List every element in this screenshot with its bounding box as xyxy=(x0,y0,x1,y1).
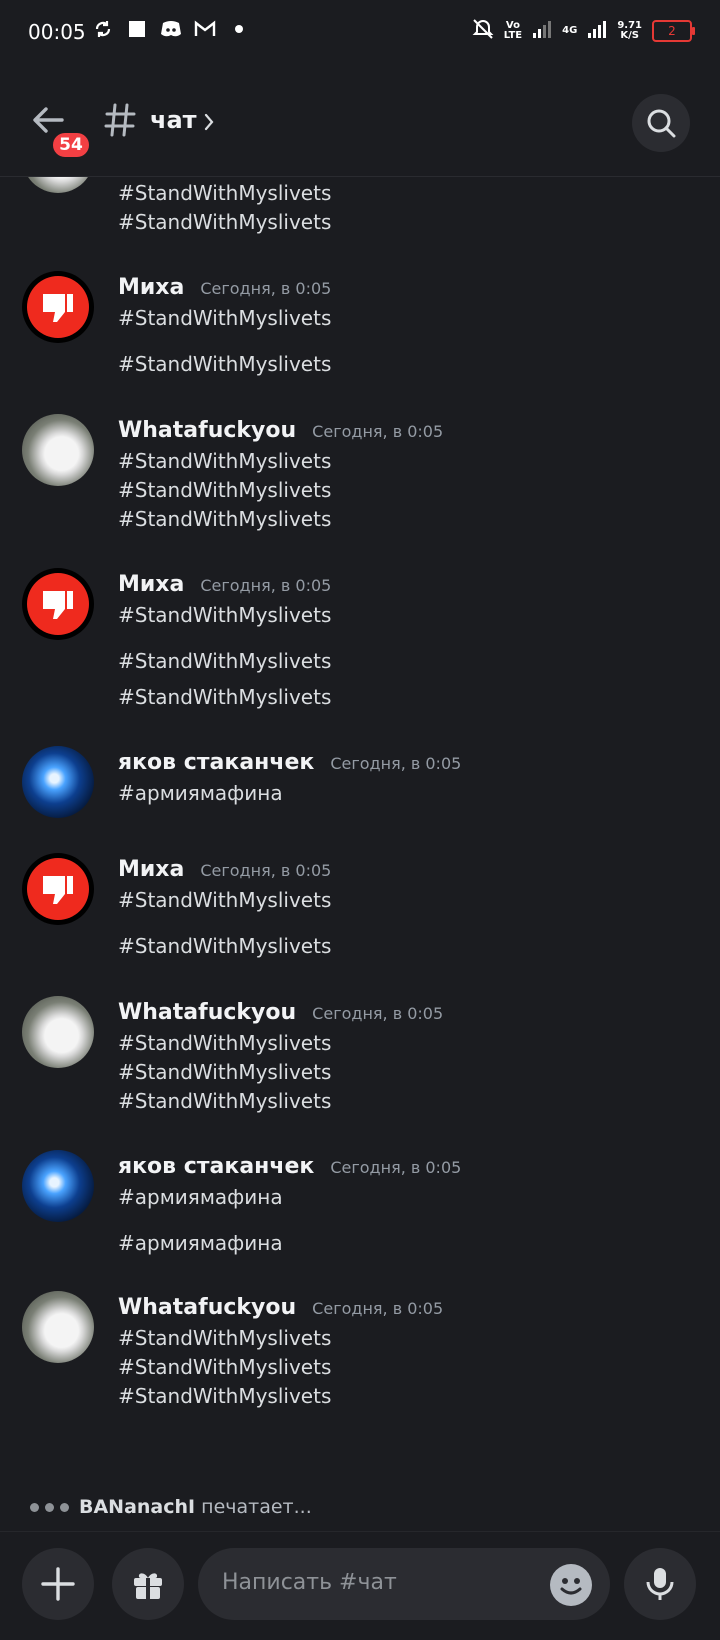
author-name[interactable]: яков стаканчек xyxy=(118,1154,314,1179)
message-header: Whatafuckyou Сегодня, в 0:05 xyxy=(118,418,443,443)
avatar[interactable] xyxy=(22,177,94,193)
author-name[interactable]: Миха xyxy=(118,572,184,597)
smiley-icon xyxy=(560,1578,582,1595)
thumbs-down-icon xyxy=(27,573,89,635)
gmail-icon xyxy=(194,18,216,40)
voice-button[interactable] xyxy=(624,1548,696,1620)
timestamp: Сегодня, в 0:05 xyxy=(312,422,444,441)
discord-icon xyxy=(160,18,182,40)
search-button[interactable] xyxy=(632,94,690,152)
network-4g: 4G xyxy=(562,25,578,36)
battery-icon: 2 xyxy=(652,20,695,42)
author-name[interactable]: Whatafuckyou xyxy=(118,1295,296,1320)
timestamp: Сегодня, в 0:05 xyxy=(200,279,332,298)
message-line: #StandWithMyslivets xyxy=(118,449,332,473)
hash-icon xyxy=(104,103,136,137)
message-input-placeholder: Написать #чат xyxy=(222,1570,397,1595)
thumbs-down-icon xyxy=(27,858,89,920)
avatar[interactable] xyxy=(22,746,94,818)
add-attachment-button[interactable] xyxy=(22,1548,94,1620)
author-name[interactable]: Миха xyxy=(118,275,184,300)
message-line: #StandWithMyslivets xyxy=(118,1089,332,1113)
typing-dots-icon xyxy=(30,1502,69,1512)
message-line: #StandWithMyslivets xyxy=(118,685,332,709)
avatar[interactable] xyxy=(22,568,94,640)
message-line: #StandWithMyslivets xyxy=(118,507,332,531)
thumbs-down-icon xyxy=(27,276,89,338)
channel-title[interactable]: чат xyxy=(150,106,197,134)
status-time: 00:05 xyxy=(28,20,86,44)
sync-icon xyxy=(92,18,114,40)
message-line: #армиямафина xyxy=(118,1185,283,1209)
microphone-icon xyxy=(646,1568,674,1600)
typing-indicator: BANanachI печатает... xyxy=(30,1496,312,1518)
network-speed: 9.71 K/S xyxy=(617,20,642,41)
message-header: яков стаканчек Сегодня, в 0:05 xyxy=(118,750,461,775)
message-header: яков стаканчек Сегодня, в 0:05 xyxy=(118,1154,461,1179)
avatar[interactable] xyxy=(22,1291,94,1363)
author-name[interactable]: Миха xyxy=(118,857,184,882)
message-line: #StandWithMyslivets xyxy=(118,1326,332,1350)
avatar[interactable] xyxy=(22,271,94,343)
author-name[interactable]: яков стаканчек xyxy=(118,750,314,775)
gift-button[interactable] xyxy=(112,1548,184,1620)
plus-icon xyxy=(41,1567,75,1601)
avatar[interactable] xyxy=(22,414,94,486)
system-icons: Vo LTE 4G 9.71 K/S 2 xyxy=(472,18,695,44)
avatar[interactable] xyxy=(22,996,94,1068)
message-line: #StandWithMyslivets xyxy=(118,1355,332,1379)
chevron-right-icon[interactable] xyxy=(203,112,215,132)
message-line: #StandWithMyslivets xyxy=(118,352,332,376)
search-icon xyxy=(647,109,676,138)
message-line: #StandWithMyslivets xyxy=(118,306,332,330)
signal-icon xyxy=(587,19,607,43)
timestamp: Сегодня, в 0:05 xyxy=(200,861,332,880)
message-line: #StandWithMyslivets xyxy=(118,888,332,912)
message-line: #StandWithMyslivets xyxy=(118,1031,332,1055)
author-name[interactable]: Whatafuckyou xyxy=(118,418,296,443)
emoji-button[interactable] xyxy=(550,1564,592,1606)
typing-user: BANanachI xyxy=(79,1496,196,1518)
timestamp: Сегодня, в 0:05 xyxy=(312,1004,444,1023)
timestamp: Сегодня, в 0:05 xyxy=(312,1299,444,1318)
message-line: #армиямафина xyxy=(118,1231,283,1255)
message-header: Whatafuckyou Сегодня, в 0:05 xyxy=(118,1295,443,1320)
volte-indicator: Vo LTE xyxy=(503,20,523,41)
message-line: #армиямафина xyxy=(118,781,283,805)
avatar[interactable] xyxy=(22,1150,94,1222)
message-header: Миха Сегодня, в 0:05 xyxy=(118,572,331,597)
message-line: #StandWithMyslivets xyxy=(118,603,332,627)
typing-label: печатает... xyxy=(201,1496,312,1518)
message-line: #StandWithMyslivets xyxy=(118,1384,332,1408)
message-line: #StandWithMyslivets xyxy=(118,210,332,234)
unread-badge: 54 xyxy=(50,130,92,160)
gift-icon xyxy=(134,1573,162,1599)
message-line: #StandWithMyslivets xyxy=(118,934,332,958)
message-line: #StandWithMyslivets xyxy=(118,649,332,673)
status-bar: 00:05 Vo LTE 4G 9.71 K/S 2 xyxy=(0,0,720,66)
message-line: #StandWithMyslivets xyxy=(118,478,332,502)
channel-header: 54 чат xyxy=(0,66,720,177)
timestamp: Сегодня, в 0:05 xyxy=(200,576,332,595)
signal-icon xyxy=(532,19,552,43)
message-composer: Написать #чат xyxy=(0,1531,720,1640)
message-list[interactable]: #StandWithMyslivets #StandWithMyslivets … xyxy=(0,177,720,1498)
dot-icon xyxy=(228,18,250,40)
message-header: Миха Сегодня, в 0:05 xyxy=(118,275,331,300)
message-line: #StandWithMyslivets xyxy=(118,1060,332,1084)
mute-icon xyxy=(472,18,494,44)
avatar[interactable] xyxy=(22,853,94,925)
timestamp: Сегодня, в 0:05 xyxy=(330,754,462,773)
stop-icon xyxy=(126,18,148,40)
author-name[interactable]: Whatafuckyou xyxy=(118,1000,296,1025)
message-header: Миха Сегодня, в 0:05 xyxy=(118,857,331,882)
message-header: Whatafuckyou Сегодня, в 0:05 xyxy=(118,1000,443,1025)
notification-icons xyxy=(92,18,250,40)
timestamp: Сегодня, в 0:05 xyxy=(330,1158,462,1177)
message-input[interactable]: Написать #чат xyxy=(198,1548,610,1620)
battery-level: 2 xyxy=(668,24,676,38)
message-line: #StandWithMyslivets xyxy=(118,181,332,205)
